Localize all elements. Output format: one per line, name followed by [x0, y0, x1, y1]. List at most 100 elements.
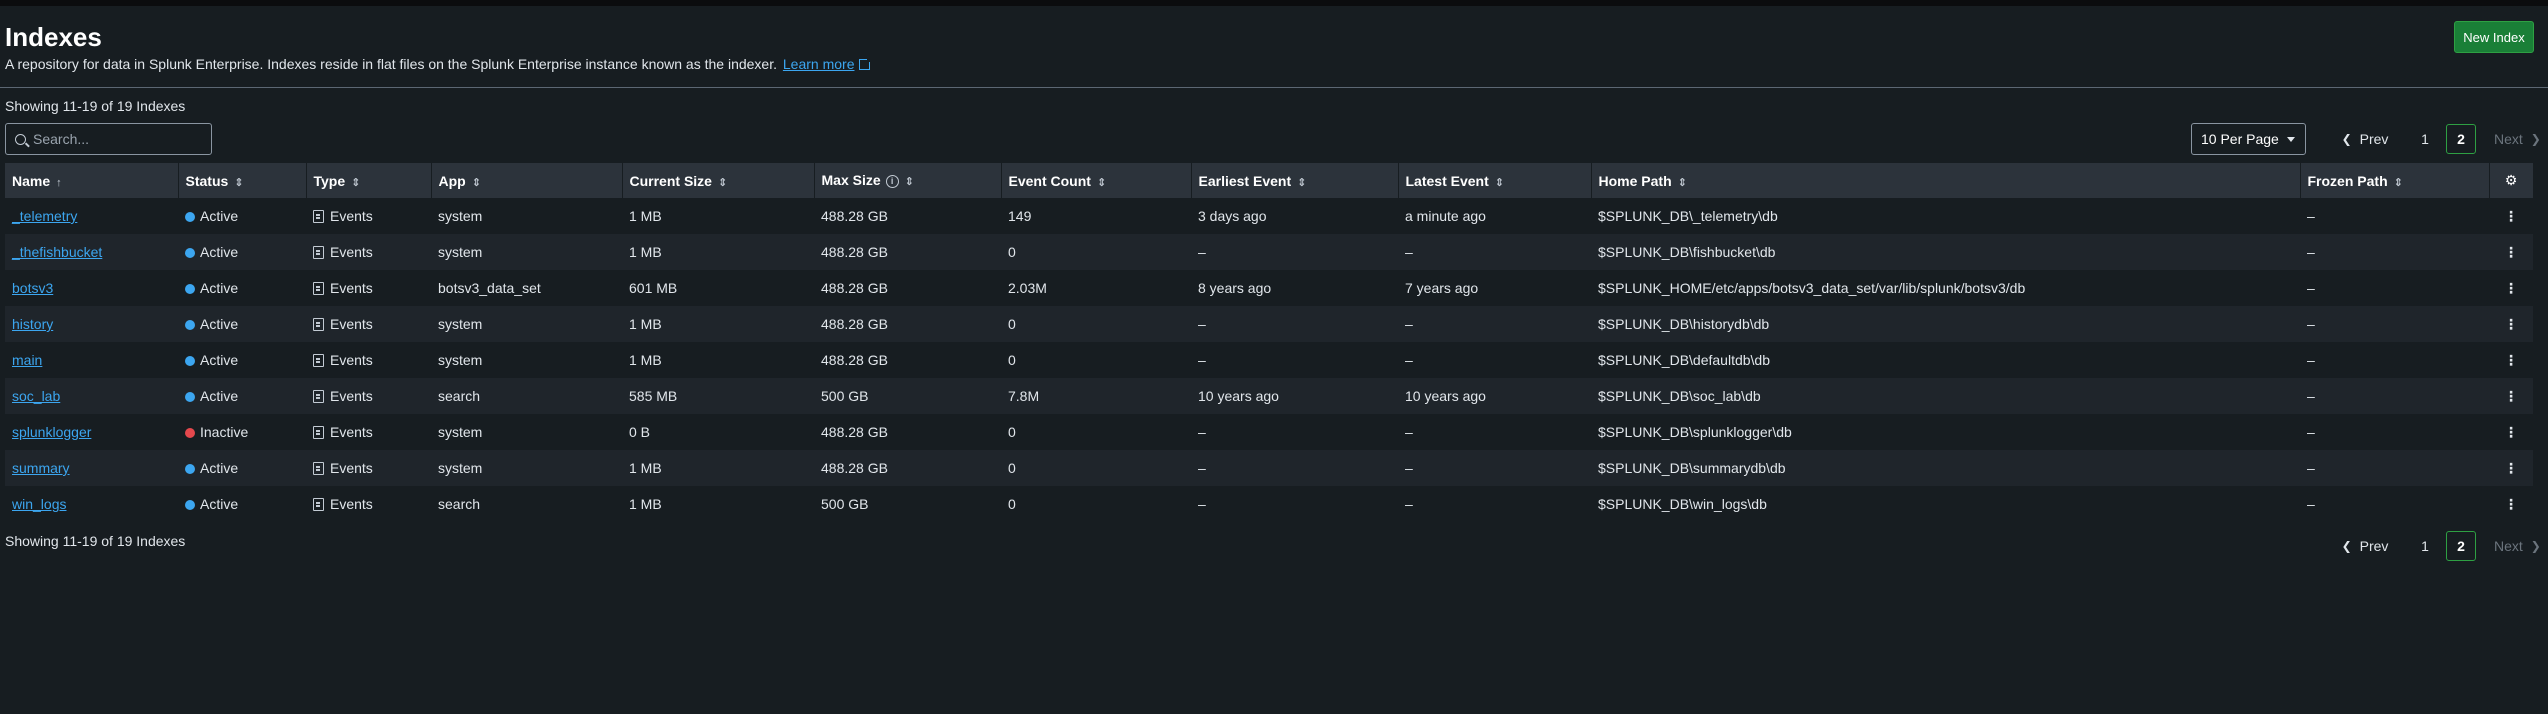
cell-earliest-event: – [1198, 496, 1206, 512]
info-icon[interactable]: i [885, 174, 899, 188]
gear-icon[interactable]: ⚙ [2489, 163, 2534, 198]
column-header-event-count[interactable]: Event Count ⇕ [1001, 163, 1192, 198]
table-row: main Active Events system 1 MB 488.28 GB 0 – – $S… [5, 342, 2533, 378]
cell-latest-event: 10 years ago [1405, 388, 1486, 404]
cell-name: splunklogger [5, 414, 178, 450]
index-name-link[interactable]: botsv3 [12, 280, 53, 296]
status-text: Active [200, 352, 239, 368]
index-name-link[interactable]: _telemetry [12, 208, 77, 224]
per-page-dropdown[interactable]: 10 Per Page [2191, 123, 2306, 155]
column-label: Event Count [1008, 172, 1091, 189]
type-text: Events [330, 208, 373, 224]
index-name-link[interactable]: _thefishbucket [12, 244, 102, 260]
index-name-link[interactable]: splunklogger [12, 424, 91, 440]
search-box[interactable] [5, 123, 212, 155]
cell-current-size: 0 B [629, 424, 651, 440]
cell-home-path: $SPLUNK_HOME/etc/apps/botsv3_data_set/va… [1598, 280, 2026, 296]
column-header-status[interactable]: Status ⇕ [178, 163, 307, 198]
kebab-menu-icon[interactable]: ⋮ [2489, 342, 2533, 378]
page-button-2[interactable]: 2 [2446, 531, 2476, 561]
column-header-max-size[interactable]: Max Size i ⇕ [814, 163, 1002, 198]
showing-count-top: Showing 11-19 of 19 Indexes [5, 98, 186, 114]
kebab-menu-icon[interactable]: ⋮ [2489, 306, 2533, 342]
column-header-app[interactable]: App ⇕ [431, 163, 623, 198]
status-text: Active [200, 316, 239, 332]
cell-frozen-path: – [2307, 388, 2315, 404]
cell-current-size: 1 MB [629, 316, 662, 332]
kebab-menu-icon[interactable]: ⋮ [2489, 450, 2533, 486]
cell-name: summary [5, 450, 178, 486]
page-button-1[interactable]: 1 [2410, 124, 2440, 154]
kebab-menu-icon[interactable]: ⋮ [2489, 378, 2533, 414]
status-dot-icon [185, 320, 195, 330]
cell-max-size: 488.28 GB [821, 424, 888, 440]
index-name-link[interactable]: summary [12, 460, 70, 476]
cell-earliest-event: – [1198, 352, 1206, 368]
column-label: Type [313, 172, 346, 189]
column-header-frozen-path[interactable]: Frozen Path ⇕ [2300, 163, 2490, 198]
cell-name: _telemetry [5, 198, 178, 234]
sort-arrows-icon: ⇕ [2393, 176, 2403, 189]
cell-type: Events [306, 306, 431, 342]
showing-count-bottom: Showing 11-19 of 19 Indexes [5, 533, 186, 549]
status-dot-icon [185, 284, 195, 294]
next-button[interactable]: Next ❯ [2494, 131, 2541, 147]
prev-button[interactable]: ❮ Prev [2320, 538, 2410, 554]
index-name-link[interactable]: history [12, 316, 53, 332]
cell-type: Events [306, 342, 431, 378]
document-icon [313, 426, 324, 439]
sort-arrows-icon: ⇕ [904, 176, 914, 189]
cell-current-size: 585 MB [629, 388, 678, 404]
cell-name: soc_lab [5, 378, 178, 414]
cell-max-size: 488.28 GB [821, 460, 888, 476]
cell-earliest-event: 3 days ago [1198, 208, 1267, 224]
column-label: Status [185, 172, 229, 189]
page-button-2[interactable]: 2 [2446, 124, 2476, 154]
cell-status: Active [178, 450, 306, 486]
kebab-menu-icon[interactable]: ⋮ [2489, 270, 2533, 306]
table-row: _thefishbucket Active Events system 1 MB 488.… [5, 234, 2533, 270]
column-label: Home Path [1598, 172, 1672, 189]
learn-more-link[interactable]: Learn more [782, 56, 873, 72]
prev-button[interactable]: ❮ Prev [2320, 131, 2410, 147]
cell-earliest-event: – [1198, 424, 1206, 440]
kebab-menu-icon[interactable]: ⋮ [2489, 414, 2533, 450]
cell-event-count: 0 [1008, 244, 1016, 260]
column-header-latest-event[interactable]: Latest Event ⇕ [1398, 163, 1592, 198]
cell-app: system [438, 352, 483, 368]
learn-more-label: Learn more [782, 56, 855, 72]
cell-latest-event: – [1405, 244, 1413, 260]
cell-type: Events [306, 450, 431, 486]
cell-max-size: 500 GB [821, 496, 869, 512]
status-text: Active [200, 280, 239, 296]
index-name-link[interactable]: soc_lab [12, 388, 60, 404]
kebab-menu-icon[interactable]: ⋮ [2489, 198, 2533, 234]
kebab-menu-icon[interactable]: ⋮ [2489, 486, 2533, 522]
cell-latest-event: 7 years ago [1405, 280, 1479, 296]
column-header-current-size[interactable]: Current Size ⇕ [622, 163, 815, 198]
search-input[interactable] [33, 131, 203, 147]
cell-current-size: 1 MB [629, 460, 662, 476]
kebab-menu-icon[interactable]: ⋮ [2489, 234, 2533, 270]
index-name-link[interactable]: win_logs [12, 496, 66, 512]
table-row: soc_lab Active Events search 585 MB 500 GB 7.8… [5, 378, 2533, 414]
document-icon [313, 498, 324, 511]
column-header-home-path[interactable]: Home Path ⇕ [1591, 163, 2301, 198]
next-label: Next [2494, 538, 2523, 554]
page-button-1[interactable]: 1 [2410, 531, 2440, 561]
status-text: Active [200, 388, 239, 404]
document-icon [313, 246, 324, 259]
cell-name: win_logs [5, 486, 178, 522]
index-name-link[interactable]: main [12, 352, 42, 368]
sort-arrows-icon: ⇕ [1677, 176, 1687, 189]
new-index-button[interactable]: New Index [2454, 21, 2534, 53]
cell-home-path: $SPLUNK_DB\defaultdb\db [1598, 352, 1770, 368]
column-header-type[interactable]: Type ⇕ [306, 163, 432, 198]
column-header-name[interactable]: Name ↑ [5, 163, 179, 198]
column-header-earliest-event[interactable]: Earliest Event ⇕ [1191, 163, 1399, 198]
cell-type: Events [306, 378, 431, 414]
next-button[interactable]: Next ❯ [2494, 538, 2541, 554]
status-text: Active [200, 208, 239, 224]
cell-frozen-path: – [2307, 496, 2315, 512]
cell-max-size: 488.28 GB [821, 208, 888, 224]
